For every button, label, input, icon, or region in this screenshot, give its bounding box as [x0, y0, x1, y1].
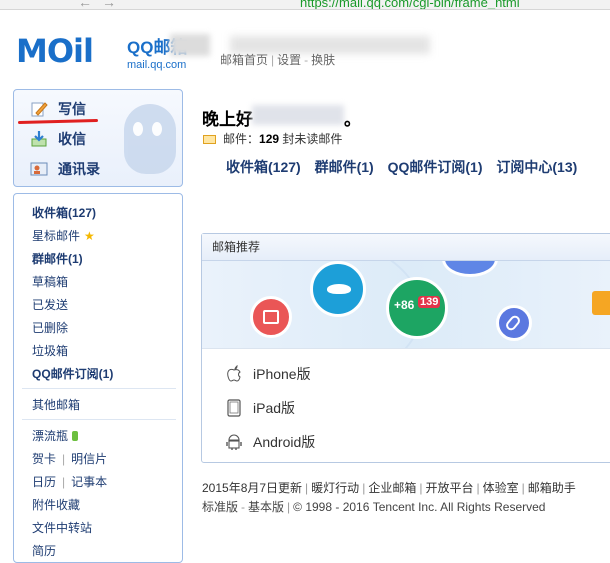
compose-label: 写信 — [58, 101, 86, 117]
compose-button[interactable]: 写信 — [30, 96, 86, 122]
browser-chrome: ← → https://mail.qq.com/cgi-bin/frame_ht… — [0, 0, 610, 10]
iphone-link[interactable]: iPhone版 — [226, 364, 311, 384]
calendar-link[interactable]: 日历 — [32, 475, 56, 489]
greeting-card-link[interactable]: 贺卡 — [32, 452, 56, 466]
recommend-banner[interactable]: +86 139 — [202, 261, 610, 349]
sidebar-actions: 写信 收信 通讯录 — [13, 89, 183, 187]
top-bubble-icon — [442, 261, 498, 277]
divider — [22, 419, 176, 420]
calendar-row: 日历 | 记事本 — [32, 475, 108, 489]
folder-group[interactable]: 群邮件(1) — [32, 250, 83, 267]
attachments-link[interactable]: 附件收藏 — [32, 496, 80, 513]
bottle-icon — [72, 431, 79, 441]
folder-starred-label: 星标邮件 — [32, 229, 81, 243]
header-links: 邮箱首页 | 设置 - 换肤 — [220, 53, 336, 67]
receive-label: 收信 — [58, 131, 86, 147]
basic-version-link[interactable]: 基本版 — [248, 500, 284, 514]
android-link[interactable]: Android版 — [226, 432, 315, 452]
phone-bubble-icon: +86 139 — [386, 277, 448, 339]
unread-suffix: 封未读邮件 — [282, 132, 343, 146]
greeting: 晚上好 — [202, 110, 253, 129]
quick-subscription-center[interactable]: 订阅中心(13) — [496, 159, 577, 175]
other-mailbox[interactable]: 其他邮箱 — [32, 396, 80, 413]
unread-summary: 邮件：129 封未读邮件 — [203, 130, 342, 147]
postcard-link[interactable]: 明信片 — [71, 452, 107, 466]
mail-label: 邮件： — [223, 132, 260, 146]
drift-bottle-bubble-icon — [310, 261, 366, 317]
back-icon[interactable]: ← — [78, 0, 92, 9]
envelope-icon — [203, 135, 216, 144]
folder-starred[interactable]: 星标邮件 ★ — [32, 227, 95, 244]
penguin-decoration — [124, 104, 176, 174]
logo-text: MOil — [16, 32, 94, 70]
inbox-icon — [31, 131, 47, 147]
star-icon: ★ — [84, 229, 95, 243]
folder-subscriptions[interactable]: QQ邮件订阅(1) — [32, 365, 113, 382]
standard-version-link[interactable]: 标准版 — [202, 500, 238, 514]
folder-sent[interactable]: 已发送 — [32, 296, 68, 313]
mail-bubble-icon — [592, 291, 610, 315]
file-transfer-link[interactable]: 文件中转站 — [32, 519, 92, 536]
recommend-panel: 邮箱推荐 +86 139 iPhone版 iPad版 Android版 — [201, 233, 610, 463]
divider — [22, 388, 176, 389]
folder-inbox[interactable]: 收件箱(127) — [32, 204, 96, 221]
android-label: Android版 — [253, 434, 316, 450]
brand-domain: mail.qq.com — [127, 59, 187, 71]
footer-lab[interactable]: 体验室 — [483, 481, 519, 495]
drift-bottle-label: 漂流瓶 — [32, 429, 69, 443]
quick-group[interactable]: 群邮件(1) — [315, 159, 374, 175]
quick-inbox[interactable]: 收件箱(127) — [226, 159, 301, 175]
qqmail-logo[interactable]: MOil — [16, 32, 124, 72]
forward-icon[interactable]: → — [102, 0, 116, 9]
footer-open-platform[interactable]: 开放平台 — [425, 481, 473, 495]
footer-assistant[interactable]: 邮箱助手 — [528, 481, 576, 495]
folder-drafts[interactable]: 草稿箱 — [32, 273, 68, 290]
compose-icon — [31, 102, 48, 117]
folder-spam[interactable]: 垃圾箱 — [32, 342, 68, 359]
contacts-icon — [30, 162, 48, 176]
mail-header: MOil QQ邮箱 mail.qq.com 邮箱首页 | 设置 - 换肤 — [0, 10, 610, 85]
android-icon — [226, 434, 242, 450]
copyright: © 1998 - 2016 Tencent Inc. All Rights Re… — [293, 500, 546, 514]
footer-update[interactable]: 2015年8月7日更新 — [202, 481, 302, 495]
folder-list: 收件箱(127) 星标邮件 ★ 群邮件(1) 草稿箱 已发送 已删除 垃圾箱 QQ… — [13, 193, 183, 563]
quick-subscriptions[interactable]: QQ邮件订阅(1) — [388, 159, 483, 175]
apple-icon — [227, 365, 241, 382]
unread-count[interactable]: 129 — [259, 132, 279, 146]
iphone-label: iPhone版 — [253, 366, 311, 382]
notebook-link[interactable]: 记事本 — [71, 475, 107, 489]
blurred-account — [170, 34, 210, 56]
blurred-username — [252, 105, 344, 125]
contacts-button[interactable]: 通讯录 — [30, 156, 100, 182]
greeting-end: 。 — [344, 110, 361, 129]
ipad-icon — [227, 399, 241, 417]
attachment-bubble-icon — [496, 305, 532, 341]
receive-button[interactable]: 收信 — [30, 126, 86, 152]
ipad-link[interactable]: iPad版 — [226, 398, 295, 418]
skin-link[interactable]: 换肤 — [311, 53, 335, 67]
contacts-label: 通讯录 — [58, 161, 100, 177]
drift-bottle[interactable]: 漂流瓶 — [32, 427, 79, 444]
footer-enterprise[interactable]: 企业邮箱 — [368, 481, 416, 495]
banner-phone-prefix: +86 — [394, 298, 415, 312]
recommend-title: 邮箱推荐 — [202, 234, 610, 261]
footer-warm-light[interactable]: 暖灯行动 — [311, 481, 359, 495]
footer-copyright-row: 标准版 - 基本版 | © 1998 - 2016 Tencent Inc. All R… — [202, 500, 546, 514]
home-link[interactable]: 邮箱首页 — [220, 53, 268, 67]
cards-row: 贺卡 | 明信片 — [32, 452, 108, 466]
calendar-bubble-icon — [250, 296, 292, 338]
folder-deleted[interactable]: 已删除 — [32, 319, 68, 336]
resume-link[interactable]: 简历 — [32, 542, 56, 559]
quick-links: 收件箱(127) 群邮件(1) QQ邮件订阅(1) 订阅中心(13) — [226, 157, 587, 177]
address-bar[interactable]: https://mail.qq.com/cgi-bin/frame_html — [300, 0, 520, 9]
banner-badge: 139 — [418, 296, 441, 308]
settings-link[interactable]: 设置 — [277, 53, 301, 67]
footer-links: 2015年8月7日更新 | 暖灯行动 | 企业邮箱 | 开放平台 | 体验室 | 邮箱助手 — [202, 481, 576, 495]
ipad-label: iPad版 — [253, 400, 296, 416]
